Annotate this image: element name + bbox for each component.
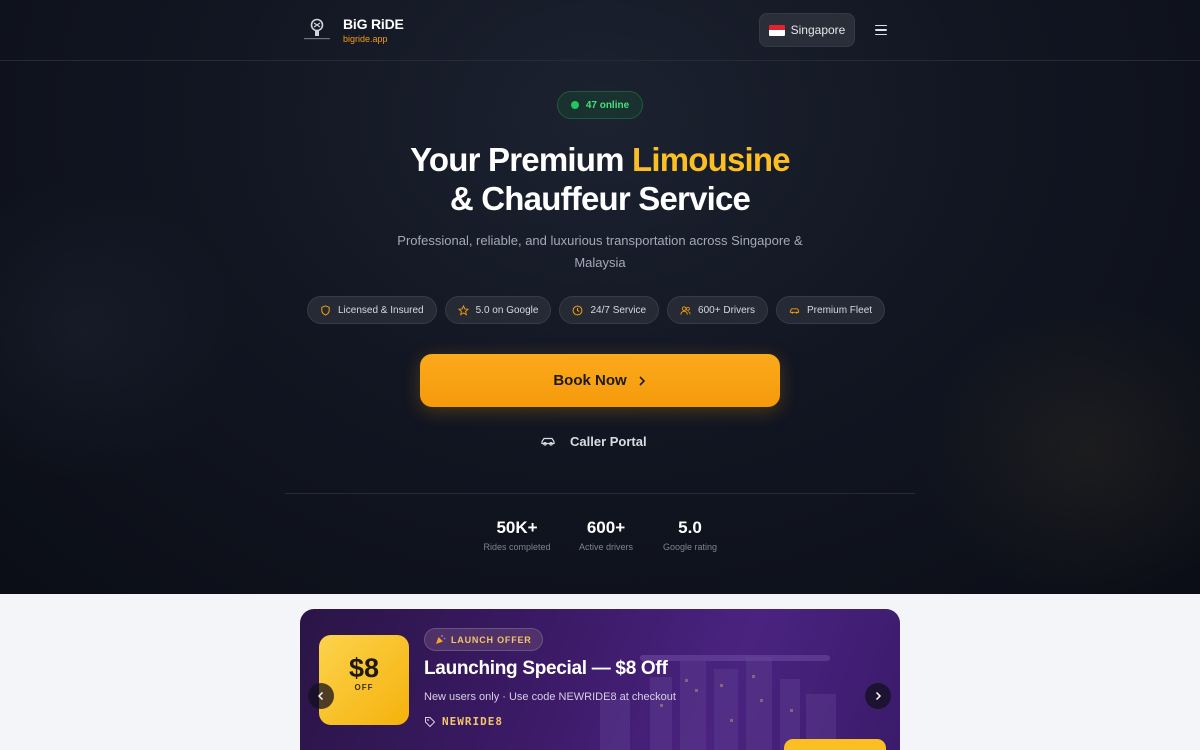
stat-drivers: 600+ Active drivers	[564, 516, 648, 554]
online-status-badge: 47 online	[557, 91, 643, 119]
car-logo-icon	[301, 14, 333, 46]
promo-title: Launching Special — $8 Off	[424, 658, 668, 679]
badge-label: Premium Fleet	[807, 304, 873, 316]
divider	[285, 493, 915, 494]
top-navbar: BiG RiDE bigride.app Singapore	[0, 0, 1200, 61]
hero-subtitle: Professional, reliable, and luxurious tr…	[397, 233, 803, 270]
page-title: Your Premium Limousine & Chauffeur Servi…	[300, 140, 900, 218]
promo-code[interactable]: NEWRIDE8	[424, 715, 503, 728]
discount-amount: $8	[348, 653, 380, 683]
stats-row: 50K+ Rides completed 600+ Active drivers…	[470, 516, 732, 554]
badge-label: 600+ Drivers	[698, 304, 756, 316]
promo-banner[interactable]: $8 OFF LAUNCH OFFER Launching Special — …	[300, 609, 900, 750]
headline-accent: Limousine	[632, 141, 791, 178]
online-count: 47 online	[585, 99, 630, 111]
claim-offer-button[interactable]	[784, 739, 886, 750]
badge-label: 5.0 on Google	[475, 304, 539, 316]
stat-rating: 5.0 Google rating	[648, 516, 732, 554]
tag-icon	[425, 716, 436, 727]
users-icon	[680, 305, 691, 315]
headline-part-1: Your Premium	[410, 141, 633, 178]
headline-part-2: & Chauffeur Service	[449, 180, 751, 217]
badge-licensed: Licensed & Insured	[307, 296, 437, 324]
book-now-button[interactable]: Book Now	[420, 354, 780, 407]
stat-rides: 50K+ Rides completed	[470, 516, 564, 554]
chevron-left-icon	[317, 691, 324, 701]
party-popper-icon	[436, 635, 446, 644]
stat-value: 50K+	[496, 518, 538, 537]
brand-name: BiG RiDE	[343, 15, 404, 32]
stat-label: Active drivers	[578, 542, 633, 552]
shield-icon	[321, 304, 330, 316]
badge-fleet: Premium Fleet	[776, 296, 886, 324]
promo-code-value: NEWRIDE8	[442, 715, 503, 728]
hero-section: BiG RiDE bigride.app Singapore 47 online…	[0, 0, 1200, 594]
badge-drivers: 600+ Drivers	[667, 296, 769, 324]
caller-portal-label: Caller Portal	[570, 433, 647, 449]
country-label: Singapore	[790, 23, 846, 37]
launch-offer-label: LAUNCH OFFER	[451, 634, 532, 645]
launch-offer-badge: LAUNCH OFFER	[424, 628, 543, 651]
promo-subtitle: New users only · Use code NEWRIDE8 at ch…	[424, 691, 676, 703]
carousel-prev-button[interactable]	[308, 683, 334, 709]
brand-domain: bigride.app	[343, 33, 388, 44]
stat-value: 600+	[586, 518, 626, 537]
caller-portal-link[interactable]: Caller Portal	[540, 428, 647, 454]
car-icon	[789, 307, 800, 314]
chevron-right-icon	[639, 375, 645, 386]
car-icon	[541, 437, 555, 446]
badge-label: 24/7 Service	[590, 304, 647, 316]
clock-icon	[573, 305, 583, 315]
stat-label: Google rating	[662, 542, 718, 552]
badge-google-rating: 5.0 on Google	[444, 296, 552, 324]
online-dot-icon	[570, 101, 579, 109]
carousel-next-button[interactable]	[865, 683, 891, 709]
hamburger-menu-button[interactable]	[868, 18, 894, 42]
chevron-right-icon	[875, 691, 882, 701]
stat-value: 5.0	[678, 518, 702, 537]
book-now-label: Book Now	[553, 372, 627, 389]
stat-label: Rides completed	[483, 542, 551, 552]
badge-label: Licensed & Insured	[338, 304, 424, 316]
star-icon	[457, 304, 469, 316]
country-selector-button[interactable]: Singapore	[759, 13, 855, 47]
singapore-flag-icon	[768, 24, 785, 36]
discount-tile: $8 OFF	[319, 635, 409, 725]
badge-24-7: 24/7 Service	[559, 296, 660, 324]
brand-logo[interactable]: BiG RiDE bigride.app	[301, 14, 404, 46]
trust-badges: Licensed & Insured 5.0 on Google 24/7 Se…	[307, 296, 886, 324]
